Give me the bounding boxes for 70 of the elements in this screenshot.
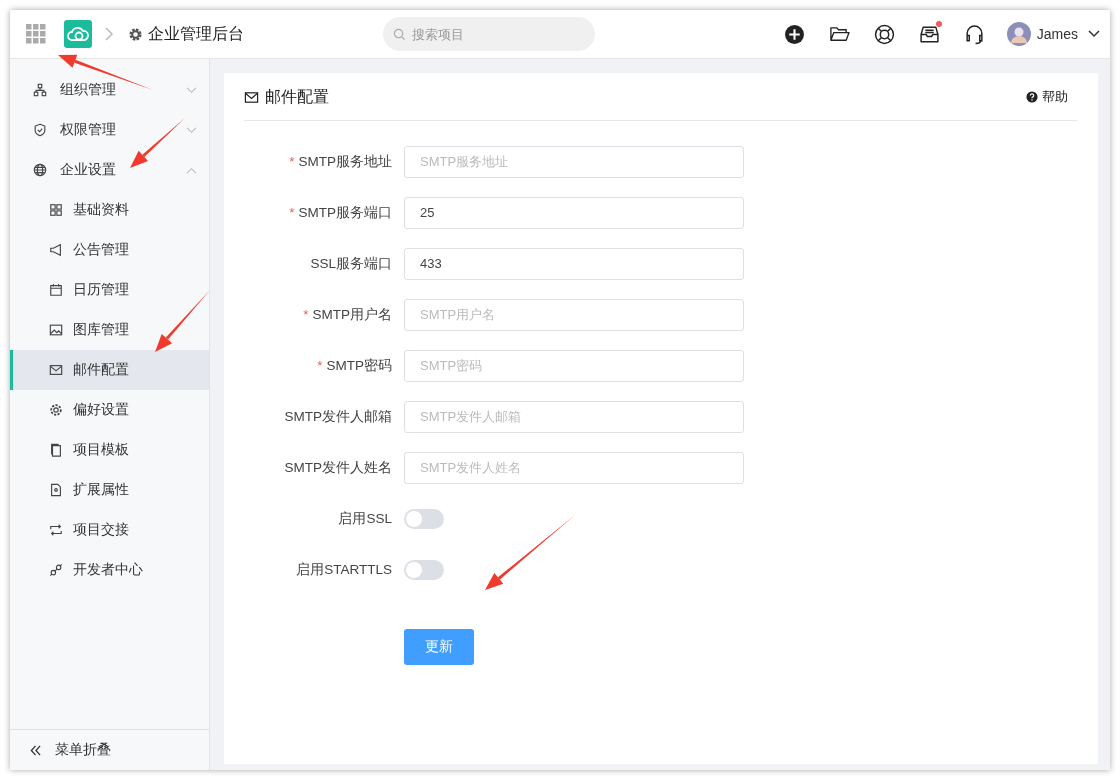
shield-icon [33, 123, 47, 137]
search-icon [392, 28, 406, 41]
required-mark: * [317, 358, 323, 373]
sidebar-item[interactable]: 项目交接 [10, 510, 209, 550]
help-link[interactable]: 帮助 [1026, 88, 1068, 106]
gear-icon [128, 26, 143, 42]
required-mark: * [303, 307, 309, 322]
swap-icon [49, 523, 63, 537]
sidebar-item[interactable]: 偏好设置 [10, 390, 209, 430]
add-icon[interactable] [783, 23, 805, 45]
grid-icon [49, 203, 63, 217]
calendar-icon [49, 283, 63, 297]
field-label: SMTP服务地址 [298, 152, 392, 171]
chevron-up-icon [186, 166, 197, 174]
chevron-down-icon [186, 86, 197, 94]
inbox-icon[interactable] [918, 23, 940, 45]
sidebar-item[interactable]: 日历管理 [10, 270, 209, 310]
collapse-menu-button[interactable]: 菜单折叠 [10, 729, 209, 770]
field-label: SMTP服务端口 [298, 203, 392, 222]
toggle-switch[interactable] [404, 508, 444, 529]
org-icon [33, 83, 47, 97]
field-label: 启用SSL [338, 509, 392, 528]
input-field[interactable]: 433 [404, 247, 744, 280]
sidebar-item[interactable]: 扩展属性 [10, 470, 209, 510]
field-label: SMTP发件人邮箱 [284, 407, 392, 426]
required-mark: * [289, 154, 295, 169]
doc-icon [49, 483, 63, 497]
sidebar-item[interactable]: 项目模板 [10, 430, 209, 470]
sidebar-item[interactable]: 公告管理 [10, 230, 209, 270]
sidebar-item[interactable]: 基础资料 [10, 190, 209, 230]
toggle-switch[interactable] [404, 559, 444, 580]
app-title: 企业管理后台 [148, 23, 244, 44]
input-field[interactable]: SMTP发件人邮箱 [404, 400, 744, 433]
sidebar-group-item[interactable]: 组织管理 [10, 70, 209, 110]
double-chevron-left-icon [30, 744, 41, 756]
chevron-right-icon [104, 27, 114, 41]
field-label: SSL服务端口 [310, 254, 392, 273]
lifebuoy-icon[interactable] [873, 23, 895, 45]
sidebar-item[interactable]: 开发者中心 [10, 550, 209, 590]
field-label: SMTP发件人姓名 [284, 458, 392, 477]
avatar-icon [1006, 22, 1031, 46]
chevron-down-icon [1088, 30, 1100, 38]
copy-icon [49, 443, 63, 457]
sidebar-item[interactable]: 邮件配置 [10, 350, 209, 390]
help-icon [1026, 91, 1038, 103]
input-field[interactable]: SMTP服务地址 [404, 145, 744, 178]
mail-icon [49, 363, 63, 377]
field-label: 启用STARTTLS [296, 560, 392, 579]
required-mark: * [289, 205, 295, 220]
globe-icon [33, 163, 47, 177]
sidebar-group-item[interactable]: 权限管理 [10, 110, 209, 150]
input-field[interactable]: SMTP用户名 [404, 298, 744, 331]
input-field[interactable]: SMTP密码 [404, 349, 744, 382]
chevron-down-icon [186, 126, 197, 134]
sidebar-group-item[interactable]: 企业设置 [10, 150, 209, 190]
image-icon [49, 323, 63, 337]
gear-icon [49, 403, 63, 417]
input-field[interactable]: 25 [404, 196, 744, 229]
field-label: SMTP用户名 [312, 305, 392, 324]
sidebar-item[interactable]: 图库管理 [10, 310, 209, 350]
search-field[interactable]: 搜索项目 [382, 17, 595, 51]
field-label: SMTP密码 [326, 356, 392, 375]
input-field[interactable]: SMTP发件人姓名 [404, 451, 744, 484]
plug-icon [49, 563, 63, 577]
cloud-logo-icon [64, 20, 92, 48]
card-title: 邮件配置 [265, 86, 329, 107]
mail-icon [244, 89, 259, 105]
megaphone-icon [49, 243, 63, 257]
headset-icon[interactable] [963, 23, 985, 45]
user-menu[interactable]: James [1006, 22, 1100, 46]
